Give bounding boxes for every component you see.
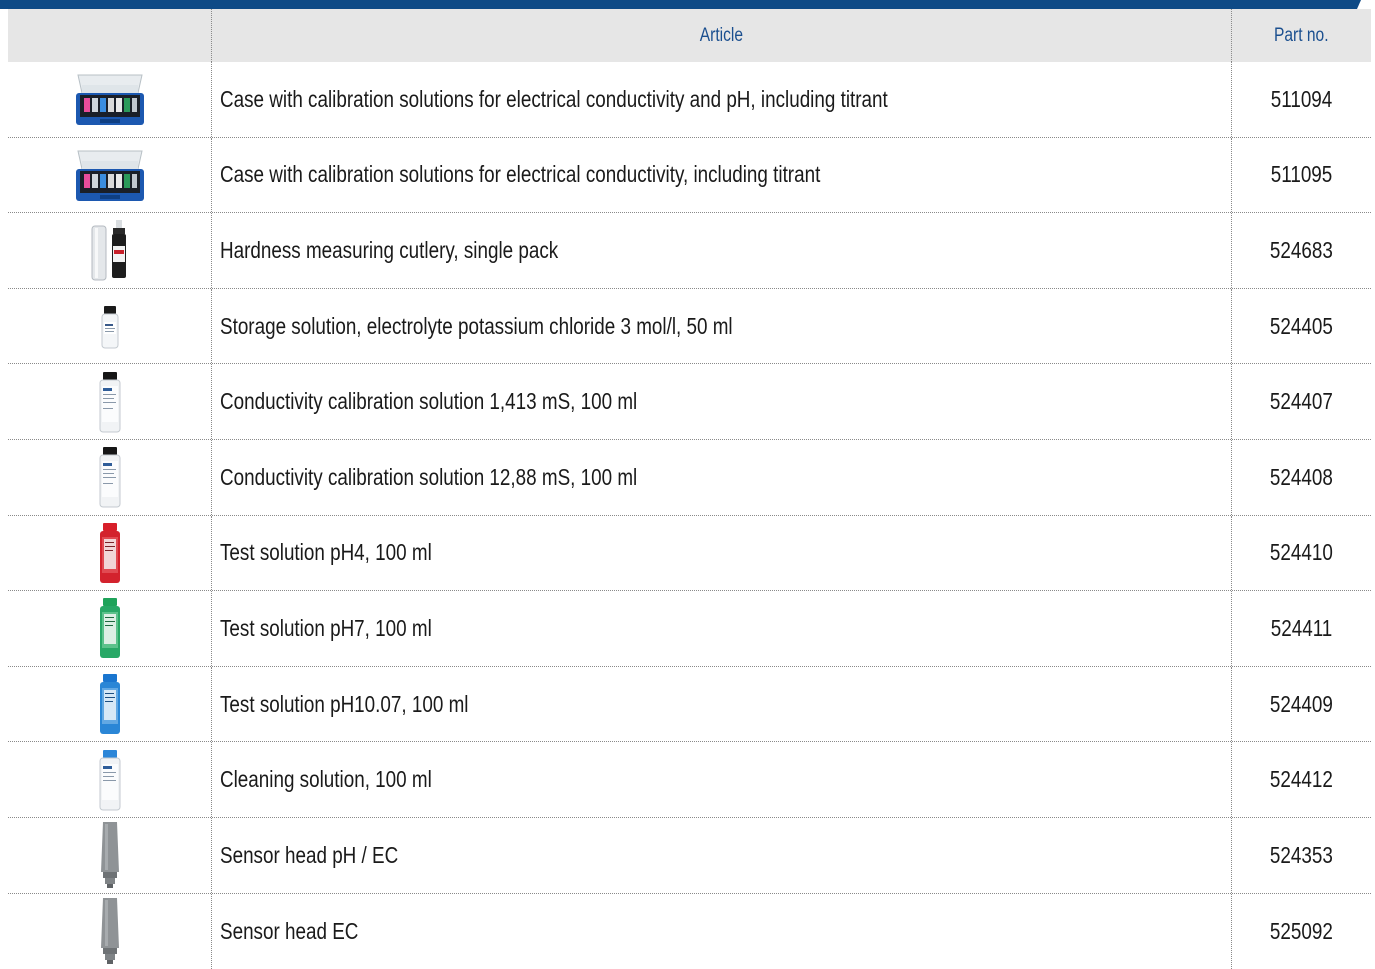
bottle-white-icon [70,445,150,509]
table-row: Test solution pH4, 100 ml 524410 [8,515,1371,592]
header-article-label: Article [699,24,744,46]
row-part-no-cell: 524412 [1232,742,1371,817]
table-row: Test solution pH10.07, 100 ml 524409 [8,666,1371,743]
article-text: Cleaning solution, 100 ml [220,766,432,793]
row-article-cell: Sensor head EC [212,893,1232,969]
table-row: Case with calibration solutions for elec… [8,62,1371,138]
article-text: Conductivity calibration solution 12,88 … [220,463,638,490]
article-text: Sensor head EC [220,917,359,944]
table-row: Case with calibration solutions for elec… [8,137,1371,214]
part-number: 524411 [1270,614,1333,641]
part-number: 525092 [1270,917,1333,944]
part-number: 524353 [1270,841,1333,868]
row-image-cell [8,666,212,742]
row-article-cell: Storage solution, electrolyte potassium … [212,288,1232,364]
row-image-cell [8,742,212,817]
part-number: 524683 [1270,236,1333,263]
table-row: Test solution pH7, 100 ml 524411 [8,591,1371,667]
row-article-cell: Hardness measuring cutlery, single pack [212,213,1232,288]
row-article-cell: Conductivity calibration solution 12,88 … [212,439,1232,515]
small-bottle-icon [70,294,150,358]
table-row: Cleaning solution, 100 ml 524412 [8,742,1371,818]
part-number: 511094 [1270,85,1333,112]
row-image-cell [8,288,212,364]
bottle-red-icon [70,521,150,585]
table-row: Conductivity calibration solution 12,88 … [8,439,1371,516]
article-text: Case with calibration solutions for elec… [220,85,888,112]
part-number: 524408 [1270,463,1333,490]
row-part-no-cell: 524407 [1232,364,1371,439]
article-text: Test solution pH10.07, 100 ml [220,690,469,717]
table-row: Hardness measuring cutlery, single pack 5… [8,213,1371,289]
part-number: 524409 [1270,690,1333,717]
article-text: Sensor head pH / EC [220,841,399,868]
row-article-cell: Test solution pH10.07, 100 ml [212,666,1232,742]
row-part-no-cell: 511095 [1232,138,1371,213]
part-number: 524410 [1270,539,1333,566]
row-image-cell [8,439,212,515]
row-part-no-cell: 524683 [1232,213,1371,288]
article-text: Conductivity calibration solution 1,413 … [220,388,638,415]
header-part-no-column: Part no. [1232,9,1371,62]
row-image-cell [8,515,212,591]
row-article-cell: Test solution pH4, 100 ml [212,515,1232,591]
table-header: Article Part no. [8,9,1371,62]
part-number: 524412 [1270,766,1333,793]
part-number: 524405 [1270,312,1333,339]
row-article-cell: Sensor head pH / EC [212,817,1232,893]
article-text: Storage solution, electrolyte potassium … [220,312,733,339]
bottle-blue-icon [70,672,150,736]
row-part-no-cell: 511094 [1232,62,1371,137]
article-text: Test solution pH7, 100 ml [220,614,432,641]
row-part-no-cell: 524408 [1232,440,1371,515]
row-part-no-cell: 524411 [1232,591,1371,666]
row-article-cell: Case with calibration solutions for elec… [212,62,1232,137]
sensor-head-icon [70,820,150,890]
bottle-white-bluecap-icon [70,748,150,812]
case-blue-icon [70,143,150,207]
bottle-white-icon [70,370,150,434]
article-text: Case with calibration solutions for elec… [220,161,821,188]
header-image-column [8,9,212,62]
row-article-cell: Case with calibration solutions for elec… [212,137,1232,213]
part-number: 524407 [1270,388,1333,415]
row-image-cell [8,137,212,213]
cutlery-set-icon [70,218,150,282]
row-part-no-cell: 524410 [1232,516,1371,591]
part-number: 511095 [1270,161,1333,188]
table-row: Storage solution, electrolyte potassium … [8,288,1371,365]
table-row: Sensor head EC 525092 [8,893,1371,969]
article-text: Hardness measuring cutlery, single pack [220,236,559,263]
row-part-no-cell: 525092 [1232,894,1371,969]
row-image-cell [8,213,212,288]
sensor-head-icon [70,896,150,966]
row-image-cell [8,893,212,969]
row-part-no-cell: 524409 [1232,667,1371,742]
row-part-no-cell: 524353 [1232,818,1371,893]
table-body: Case with calibration solutions for elec… [8,62,1371,969]
row-image-cell [8,817,212,893]
top-banner-bar [0,0,1375,9]
product-table: Article Part no. Case with calibration s… [8,9,1371,969]
table-row: Conductivity calibration solution 1,413 … [8,364,1371,440]
row-part-no-cell: 524405 [1232,289,1371,364]
article-text: Test solution pH4, 100 ml [220,539,432,566]
row-image-cell [8,591,212,666]
case-blue-icon [70,67,150,131]
header-part-no-label: Part no. [1274,24,1329,46]
row-article-cell: Test solution pH7, 100 ml [212,591,1232,666]
row-article-cell: Conductivity calibration solution 1,413 … [212,364,1232,439]
row-article-cell: Cleaning solution, 100 ml [212,742,1232,817]
bottle-green-icon [70,596,150,660]
header-article-column: Article [212,9,1232,62]
table-row: Sensor head pH / EC 524353 [8,817,1371,894]
row-image-cell [8,62,212,137]
row-image-cell [8,364,212,439]
